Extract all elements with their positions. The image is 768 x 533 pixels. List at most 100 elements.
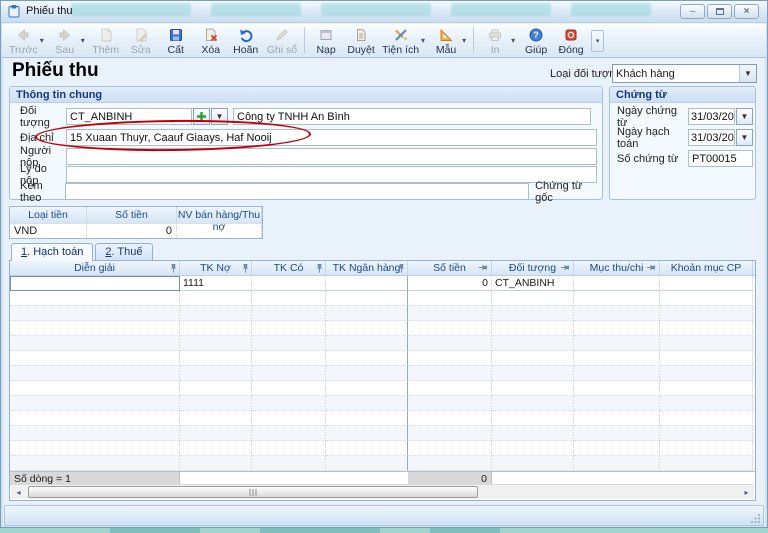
grid-empty-row[interactable] bbox=[10, 411, 755, 426]
cell-so-tien[interactable]: 0 bbox=[408, 276, 492, 291]
chevron-down-icon[interactable]: ▼ bbox=[739, 65, 756, 82]
add-object-button[interactable] bbox=[193, 108, 210, 125]
amount-cell[interactable]: 0 bbox=[87, 223, 177, 238]
grid-empty-row[interactable] bbox=[10, 366, 755, 381]
window-refresh-icon bbox=[318, 27, 334, 43]
grid-empty-row[interactable] bbox=[10, 291, 755, 306]
scroll-right-button[interactable]: ▸ bbox=[739, 485, 754, 499]
cell-dien-giai[interactable] bbox=[10, 276, 180, 291]
attach-label: Kèm theo bbox=[20, 180, 65, 204]
close-window-toolbar-button[interactable]: Đóng bbox=[554, 25, 588, 58]
posting-date-dropdown[interactable]: ▼ bbox=[736, 129, 753, 146]
currency-row[interactable]: VND 0 bbox=[10, 223, 262, 238]
unpin-icon[interactable] bbox=[479, 263, 490, 272]
scrollbar-grip bbox=[250, 489, 257, 496]
delete-button[interactable]: Xóa bbox=[194, 25, 228, 58]
object-dropdown-button[interactable]: ▼ bbox=[211, 108, 228, 125]
back-button[interactable]: Trước ▾ bbox=[6, 25, 47, 58]
scrollbar-thumb[interactable] bbox=[28, 486, 478, 498]
col-header-tk-ngan-hang[interactable]: TK Ngân hàng bbox=[326, 261, 408, 275]
arrow-left-icon bbox=[15, 27, 31, 43]
col-header-khoan-muc-cp[interactable]: Khoản mục CP bbox=[660, 261, 753, 275]
post-button[interactable]: Ghi sổ bbox=[264, 25, 300, 58]
maximize-button[interactable] bbox=[707, 4, 732, 19]
grid-row-1[interactable]: 1111 0 CT_ANBINH bbox=[10, 276, 755, 291]
cell-khoan-muc-cp[interactable] bbox=[660, 276, 753, 291]
cell-tk-co[interactable] bbox=[252, 276, 326, 291]
cell-tk-ngan-hang[interactable] bbox=[326, 276, 408, 291]
cell-doi-tuong[interactable]: CT_ANBINH bbox=[492, 276, 574, 291]
chevron-down-icon[interactable]: ▾ bbox=[511, 36, 515, 45]
printer-icon bbox=[487, 27, 503, 43]
help-button[interactable]: ? Giúp bbox=[519, 25, 553, 58]
scroll-left-button[interactable]: ◂ bbox=[11, 485, 26, 499]
titlebar-glass-reflection bbox=[71, 3, 191, 16]
unpin-icon[interactable] bbox=[647, 263, 658, 272]
chevron-down-icon[interactable]: ▾ bbox=[421, 36, 425, 45]
save-button[interactable]: Cất bbox=[159, 25, 193, 58]
grid-empty-row[interactable] bbox=[10, 381, 755, 396]
cell-tk-no[interactable]: 1111 bbox=[180, 276, 252, 291]
salesperson-cell[interactable] bbox=[177, 223, 262, 238]
edit-button[interactable]: Sửa bbox=[124, 25, 158, 58]
plus-icon bbox=[196, 111, 207, 122]
address-input[interactable]: 15 Xuaan Thuyr, Caauf Giaays, Haf Nooij bbox=[66, 129, 597, 146]
template-button[interactable]: Mẫu ▾ bbox=[429, 25, 469, 58]
pin-icon[interactable] bbox=[241, 263, 250, 274]
grid-empty-row[interactable] bbox=[10, 396, 755, 411]
grid-empty-row[interactable] bbox=[10, 426, 755, 441]
grid-empty-row[interactable] bbox=[10, 336, 755, 351]
address-label: Địa chỉ bbox=[20, 132, 66, 144]
grid-empty-row[interactable] bbox=[10, 306, 755, 321]
print-button[interactable]: In ▾ bbox=[478, 25, 518, 58]
tab-thue[interactable]: 2. Thuế bbox=[95, 243, 152, 260]
payer-input[interactable] bbox=[66, 148, 597, 165]
col-header-doi-tuong[interactable]: Đối tượng bbox=[492, 261, 574, 275]
pin-icon[interactable] bbox=[169, 263, 178, 274]
reason-input[interactable] bbox=[66, 166, 597, 183]
chevron-down-icon[interactable]: ▾ bbox=[81, 36, 85, 45]
close-button[interactable]: × bbox=[734, 4, 759, 19]
forward-button[interactable]: Sau ▾ bbox=[48, 25, 88, 58]
grid-empty-row[interactable] bbox=[10, 351, 755, 366]
pin-icon[interactable] bbox=[397, 263, 406, 274]
grid-empty-row[interactable] bbox=[10, 321, 755, 336]
minimize-button[interactable]: – bbox=[680, 4, 705, 19]
voucher-number-input[interactable]: PT00015 bbox=[688, 150, 753, 167]
groupbox-general-title: Thông tin chung bbox=[10, 87, 602, 103]
titlebar: Phiếu thu – × bbox=[1, 1, 767, 23]
titlebar-glass-reflection bbox=[321, 3, 431, 16]
resize-grip-icon[interactable] bbox=[751, 513, 761, 523]
chevron-down-icon[interactable]: ▾ bbox=[40, 36, 44, 45]
col-header-dien-giai[interactable]: Diễn giải bbox=[10, 261, 180, 275]
currency-cell[interactable]: VND bbox=[10, 223, 87, 238]
col-header-tk-no[interactable]: TK Nợ bbox=[180, 261, 252, 275]
approve-button[interactable]: Duyệt bbox=[344, 25, 378, 58]
col-header-tk-co[interactable]: TK Có bbox=[252, 261, 326, 275]
horizontal-scrollbar[interactable]: ◂ ▸ bbox=[11, 484, 754, 499]
pin-icon[interactable] bbox=[315, 263, 324, 274]
object-type-select[interactable]: Khách hàng ▼ bbox=[612, 64, 757, 83]
unpin-icon[interactable] bbox=[561, 263, 572, 272]
object-label: Đối tượng bbox=[20, 105, 66, 129]
load-button[interactable]: Nạp bbox=[309, 25, 343, 58]
col-header-muc-thu-chi[interactable]: Mục thu/chi bbox=[574, 261, 660, 275]
original-doc-label: Chứng từ gốc bbox=[535, 180, 602, 204]
toolbar-separator bbox=[473, 27, 474, 53]
object-code-input[interactable]: CT_ANBINH bbox=[66, 108, 192, 125]
undo-button[interactable]: Hoãn bbox=[229, 25, 263, 58]
utilities-button[interactable]: Tiện ích ▾ bbox=[379, 25, 428, 58]
col-header-so-tien[interactable]: Số tiền bbox=[408, 261, 492, 275]
cell-muc-thu-chi[interactable] bbox=[574, 276, 660, 291]
add-button[interactable]: Thêm bbox=[89, 25, 123, 58]
tab-hach-toan[interactable]: 1. Hạch toán bbox=[11, 243, 93, 261]
voucher-date-input[interactable]: 31/03/2012 bbox=[688, 108, 735, 125]
groupbox-voucher-title: Chứng từ bbox=[610, 87, 755, 103]
voucher-date-dropdown[interactable]: ▼ bbox=[736, 108, 753, 125]
posting-date-input[interactable]: 31/03/2012 bbox=[688, 129, 735, 146]
toolbar-overflow-button[interactable]: ▾ bbox=[591, 30, 604, 52]
chevron-down-icon[interactable]: ▾ bbox=[462, 36, 466, 45]
grid-empty-row[interactable] bbox=[10, 456, 755, 471]
attach-input[interactable] bbox=[65, 183, 529, 200]
grid-empty-row[interactable] bbox=[10, 441, 755, 456]
